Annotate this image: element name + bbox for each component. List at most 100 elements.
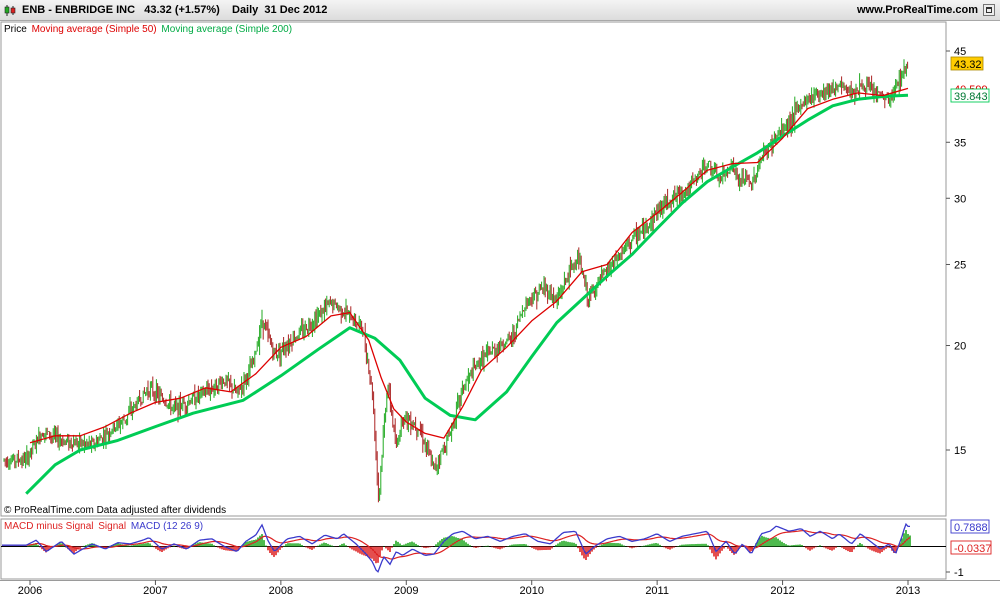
macd-hist-bar	[677, 546, 679, 547]
macd-hist-bar	[143, 543, 145, 547]
macd-hist-bar	[321, 543, 323, 547]
macd-hist-bar	[281, 546, 283, 548]
macd-hist-bar	[783, 543, 785, 547]
macd-hist-bar	[313, 546, 315, 549]
macd-hist-bar	[709, 546, 711, 550]
macd-hist-bar	[559, 542, 561, 547]
period-label: Daily	[232, 4, 259, 16]
macd-hist-bar	[401, 545, 403, 547]
macd-hist-bar	[763, 536, 765, 547]
footer-note: © ProRealTime.com Data adjusted after di…	[4, 505, 226, 516]
macd-hist-bar	[381, 546, 383, 551]
macd-hist-bar	[127, 545, 129, 547]
macd-hist-bar	[173, 545, 175, 547]
macd-hist-bar	[129, 545, 131, 547]
y-tick-label: 45	[954, 46, 966, 58]
macd-hist-bar	[149, 543, 151, 547]
macd-hist-bar	[385, 546, 387, 549]
macd-hist-bar	[831, 546, 833, 551]
macd-hist-bar	[325, 543, 327, 547]
ma200-value: 39.843	[954, 91, 988, 103]
macd-hist-bar	[219, 546, 221, 549]
macd-hist-bar	[681, 544, 683, 547]
macd-hist-bar	[787, 545, 789, 547]
macd-hist-bar	[357, 546, 359, 553]
macd-hist-bar	[655, 543, 657, 547]
macd-hist-bar	[341, 543, 343, 547]
site-link[interactable]: www.ProRealTime.com	[857, 4, 978, 16]
macd-hist-bar	[137, 544, 139, 547]
macd-hist-bar	[343, 543, 345, 547]
macd-hist-bar	[311, 546, 313, 550]
macd-hist-bar	[663, 546, 665, 548]
macd-hist-bar	[465, 542, 467, 547]
macd-hist-bar	[577, 546, 579, 549]
macd-hist-bar	[527, 545, 529, 547]
macd-hist-bar	[599, 545, 601, 547]
macd-hist-bar	[629, 546, 631, 548]
macd-hist-bar	[569, 542, 571, 547]
macd-hist-bar	[85, 545, 87, 547]
macd-hist-bar	[537, 546, 539, 551]
macd-hist-bar	[261, 534, 263, 547]
macd-hist-bar	[693, 544, 695, 547]
macd-hist-bar	[169, 546, 171, 548]
legend-signal: Signal	[98, 521, 126, 532]
macd-hist-bar	[503, 546, 505, 548]
macd-hist-bar	[411, 541, 413, 547]
macd-hist-bar	[415, 543, 417, 547]
macd-hist-bar	[721, 546, 723, 551]
macd-hist-bar	[771, 538, 773, 547]
y-tick-label: 25	[954, 259, 966, 271]
x-tick-label: 2007	[143, 585, 167, 597]
macd-hist-bar	[695, 544, 697, 547]
macd-hist-bar	[551, 546, 553, 549]
macd-hist-bar	[437, 542, 439, 547]
macd-hist-bar	[699, 543, 701, 547]
macd-hist-bar	[549, 546, 551, 550]
macd-hist-bar	[485, 545, 487, 547]
restore-window-button[interactable]	[983, 4, 995, 16]
macd-hist-bar	[307, 546, 309, 549]
macd-hist-bar	[495, 546, 497, 549]
macd-hist-bar	[791, 545, 793, 547]
macd-hist-bar	[619, 543, 621, 547]
macd-hist-bar	[409, 542, 411, 547]
macd-hist-bar	[727, 546, 729, 549]
quote-label: 43.32 (+1.57%)	[144, 4, 220, 16]
macd-hist-bar	[733, 546, 735, 555]
macd-hist-bar	[773, 537, 775, 547]
macd-hist-bar	[867, 546, 869, 549]
macd-hist-bar	[491, 546, 493, 548]
macd-hist-bar	[427, 546, 429, 548]
macd-hist-bar	[853, 546, 855, 550]
macd-hist-bar	[533, 546, 535, 549]
macd-hist-bar	[211, 543, 213, 547]
macd-hist-bar	[819, 545, 821, 547]
macd-hist-bar	[131, 545, 133, 547]
macd-hist-bar	[621, 544, 623, 547]
macd-hist-bar	[317, 545, 319, 547]
x-tick-label: 2009	[394, 585, 418, 597]
macd-hist-bar	[395, 540, 397, 547]
last-price-label: 43.32	[954, 59, 982, 71]
macd-hist-bar	[315, 546, 317, 547]
macd-hist-bar	[903, 533, 905, 547]
macd-hist-bar	[545, 546, 547, 550]
macd-hist-bar	[155, 546, 157, 549]
macd-hist-bar	[435, 544, 437, 547]
macd-hist-bar	[351, 546, 353, 550]
macd-hist-bar	[807, 546, 809, 550]
hist-value: -0.0337	[954, 543, 991, 555]
macd-hist-bar	[869, 546, 871, 550]
macd-hist-bar	[671, 546, 673, 549]
macd-hist-bar	[213, 545, 215, 547]
macd-hist-bar	[273, 546, 275, 557]
macd-hist-bar	[795, 544, 797, 547]
macd-hist-bar	[617, 543, 619, 547]
macd-hist-bar	[649, 544, 651, 547]
macd-hist-bar	[567, 541, 569, 547]
macd-hist-bar	[387, 546, 389, 551]
macd-legend: MACD minus Signal Signal MACD (12 26 9)	[4, 521, 203, 532]
macd-hist-bar	[463, 540, 465, 547]
